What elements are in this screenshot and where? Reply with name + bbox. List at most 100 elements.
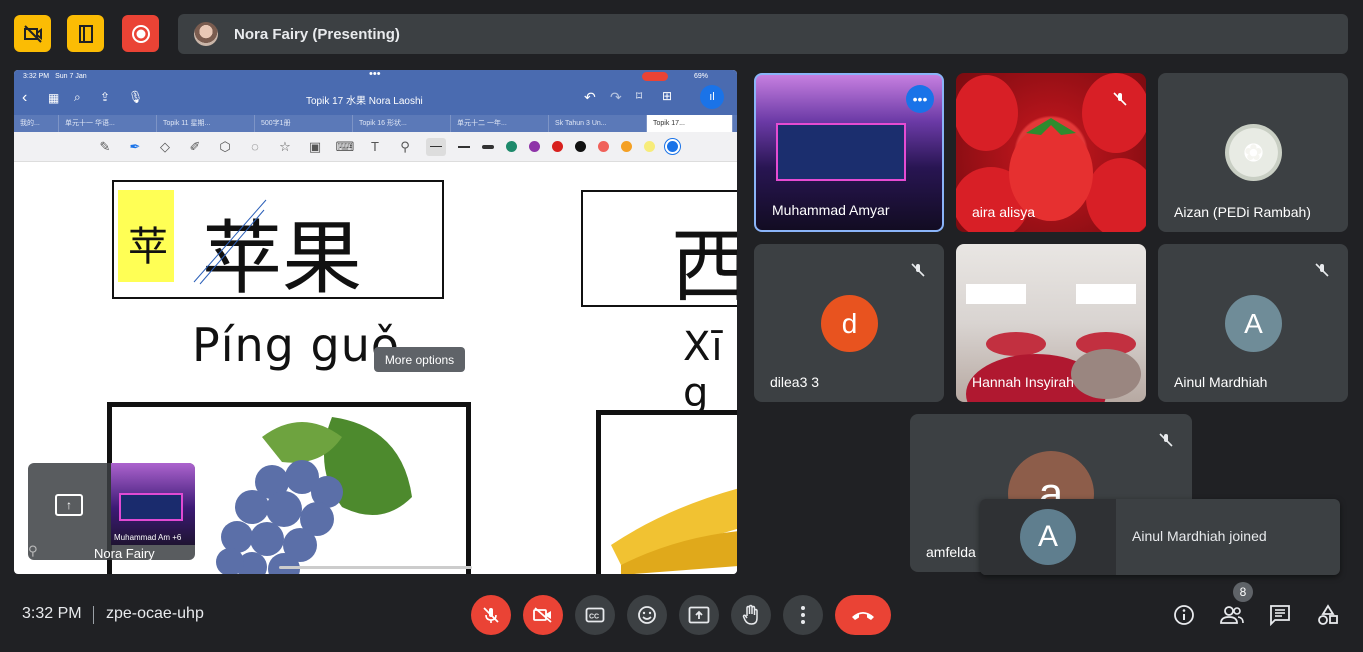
- present-now-button[interactable]: [679, 595, 719, 635]
- pen-icon[interactable]: ✒: [126, 138, 144, 156]
- people-count-badge: 8: [1233, 582, 1253, 602]
- participant-tile[interactable]: A Ainul Mardhiah: [1158, 244, 1348, 402]
- present-screen-icon: [688, 606, 710, 624]
- record-icon: [131, 24, 150, 43]
- more-options-button[interactable]: [783, 595, 823, 635]
- keyboard-icon[interactable]: ⌨: [336, 138, 355, 156]
- raise-hand-button[interactable]: [731, 595, 771, 635]
- participant-avatar-photo: ✿: [1225, 124, 1282, 181]
- ipad-drawing-tools: ✎ ✒ ◇ ✐ ⬡ ◌ ☆ ▣ ⌨ T ⚲: [14, 132, 737, 162]
- audio-indicator-icon: ıl: [700, 85, 724, 109]
- participant-tile[interactable]: aira alisya: [956, 73, 1146, 232]
- join-notification: A Ainul Mardhiah joined: [980, 499, 1340, 575]
- add-page-icon[interactable]: ⊞: [662, 89, 672, 103]
- sticker-icon[interactable]: ☆: [276, 138, 294, 156]
- highlighter-icon[interactable]: ✐: [186, 138, 204, 156]
- breakout-room-button[interactable]: [67, 15, 104, 52]
- muted-mic-icon: [1310, 258, 1334, 282]
- back-icon[interactable]: ‹: [22, 89, 27, 107]
- ipad-record-indicator: [642, 72, 668, 81]
- info-icon: [1174, 605, 1194, 625]
- people-icon: [1220, 606, 1244, 624]
- mic-off-icon: [483, 607, 499, 623]
- lasso-icon[interactable]: ◌: [246, 138, 264, 156]
- participant-name: Muhammad Amyar: [772, 202, 890, 218]
- pen-strokes: [193, 199, 267, 285]
- color-swatch[interactable]: [644, 141, 655, 152]
- pin-icon[interactable]: ⚲: [28, 543, 38, 559]
- eraser-icon[interactable]: ◇: [156, 138, 174, 156]
- participant-avatar-letter: d: [821, 295, 878, 352]
- big-characters: 西: [671, 220, 737, 313]
- participant-tile[interactable]: ✿ Aizan (PEDi Rambah): [1158, 73, 1348, 232]
- redo-icon[interactable]: ↷: [610, 89, 622, 106]
- text-recognize-icon[interactable]: ✎: [96, 138, 114, 156]
- shapes-icon[interactable]: ⬡: [216, 138, 234, 156]
- reactions-button[interactable]: [627, 595, 667, 635]
- mic-toggle-button[interactable]: [471, 595, 511, 635]
- stroke-thin[interactable]: [426, 137, 446, 156]
- presenter-avatar: [194, 22, 218, 46]
- chat-button[interactable]: [1265, 600, 1295, 630]
- hang-up-icon: [852, 612, 874, 620]
- people-button[interactable]: [1217, 600, 1247, 630]
- stroke-medium[interactable]: [458, 145, 470, 148]
- color-swatch[interactable]: [529, 141, 540, 152]
- meeting-details-button[interactable]: [1169, 600, 1199, 630]
- flashcard-watermelon: 西: [581, 190, 737, 313]
- color-swatch-selected[interactable]: [667, 141, 678, 152]
- camera-toggle-button[interactable]: [523, 595, 563, 635]
- ipad-tab[interactable]: Sk Tahun 3 Un...: [549, 115, 647, 132]
- participant-name: Ainul Mardhiah: [1174, 374, 1268, 390]
- ipad-tab[interactable]: 500字1册: [255, 115, 353, 132]
- ipad-tab[interactable]: 单元十一 华语...: [59, 115, 157, 132]
- presenter-name: Nora Fairy (Presenting): [234, 25, 400, 43]
- small-character: 苹: [128, 224, 168, 270]
- stroke-thick[interactable]: [482, 144, 494, 149]
- self-view[interactable]: ↑ Muhammad Am +6 ⚲ Nora Fairy: [28, 463, 195, 561]
- banana-image: [611, 488, 737, 574]
- door-icon: [78, 24, 93, 43]
- muted-mic-icon: [1154, 428, 1178, 452]
- color-swatch[interactable]: [621, 141, 632, 152]
- ipad-tab[interactable]: 我的...: [14, 115, 59, 132]
- undo-icon[interactable]: ↶: [584, 89, 596, 106]
- participant-tile[interactable]: d dilea3 3: [754, 244, 944, 402]
- participant-name: amfelda: [926, 544, 976, 560]
- bookmark-icon[interactable]: ⌑: [636, 89, 642, 103]
- participant-tile[interactable]: Hannah Insyirah: [956, 244, 1146, 402]
- ipad-tab-active[interactable]: Topik 17...: [647, 115, 733, 132]
- color-swatch[interactable]: [575, 141, 586, 152]
- chat-icon: [1270, 605, 1290, 626]
- activities-button[interactable]: [1313, 600, 1343, 630]
- captions-button[interactable]: CC: [575, 595, 615, 635]
- participant-name: Aizan (PEDi Rambah): [1174, 204, 1311, 220]
- leave-call-button[interactable]: [835, 595, 891, 635]
- flashcard-banana-image: [596, 410, 737, 574]
- grid-icon[interactable]: ▦: [48, 91, 59, 105]
- present-screen-icon[interactable]: ↑: [55, 494, 83, 516]
- mic-icon[interactable]: 🎙: [128, 90, 143, 104]
- ipad-tab[interactable]: 单元十二 一年...: [451, 115, 549, 132]
- flashcard-apple: 苹 苹果: [112, 180, 444, 305]
- ipad-tab[interactable]: Topik 16 形状...: [353, 115, 451, 132]
- ipad-tab[interactable]: Topik 11 星期...: [157, 115, 255, 132]
- scrollbar[interactable]: [279, 566, 472, 569]
- thumb-label: Muhammad Am +6: [114, 533, 182, 542]
- image-icon[interactable]: ▣: [306, 138, 324, 156]
- muted-mic-icon: [1108, 87, 1132, 111]
- color-swatch[interactable]: [506, 141, 517, 152]
- more-options-button[interactable]: •••: [906, 85, 934, 113]
- no-video-feed-button[interactable]: [14, 15, 51, 52]
- ipad-time: 3:32 PM: [23, 73, 50, 80]
- textbox-icon[interactable]: T: [366, 138, 384, 156]
- search-icon[interactable]: ⌕: [74, 90, 81, 105]
- more-options-tooltip: More options: [374, 347, 465, 372]
- ipad-toolbar: ‹ ▦ ⌕ ⇪ 🎙 Topik 17 水果 Nora Laoshi ↶ ↷ ⌑ …: [14, 83, 737, 115]
- participant-tile[interactable]: ••• Muhammad Amyar: [754, 73, 944, 232]
- share-icon[interactable]: ⇪: [100, 90, 110, 104]
- color-swatch[interactable]: [598, 141, 609, 152]
- color-swatch[interactable]: [552, 141, 563, 152]
- recording-button[interactable]: [122, 15, 159, 52]
- laser-icon[interactable]: ⚲: [396, 138, 414, 156]
